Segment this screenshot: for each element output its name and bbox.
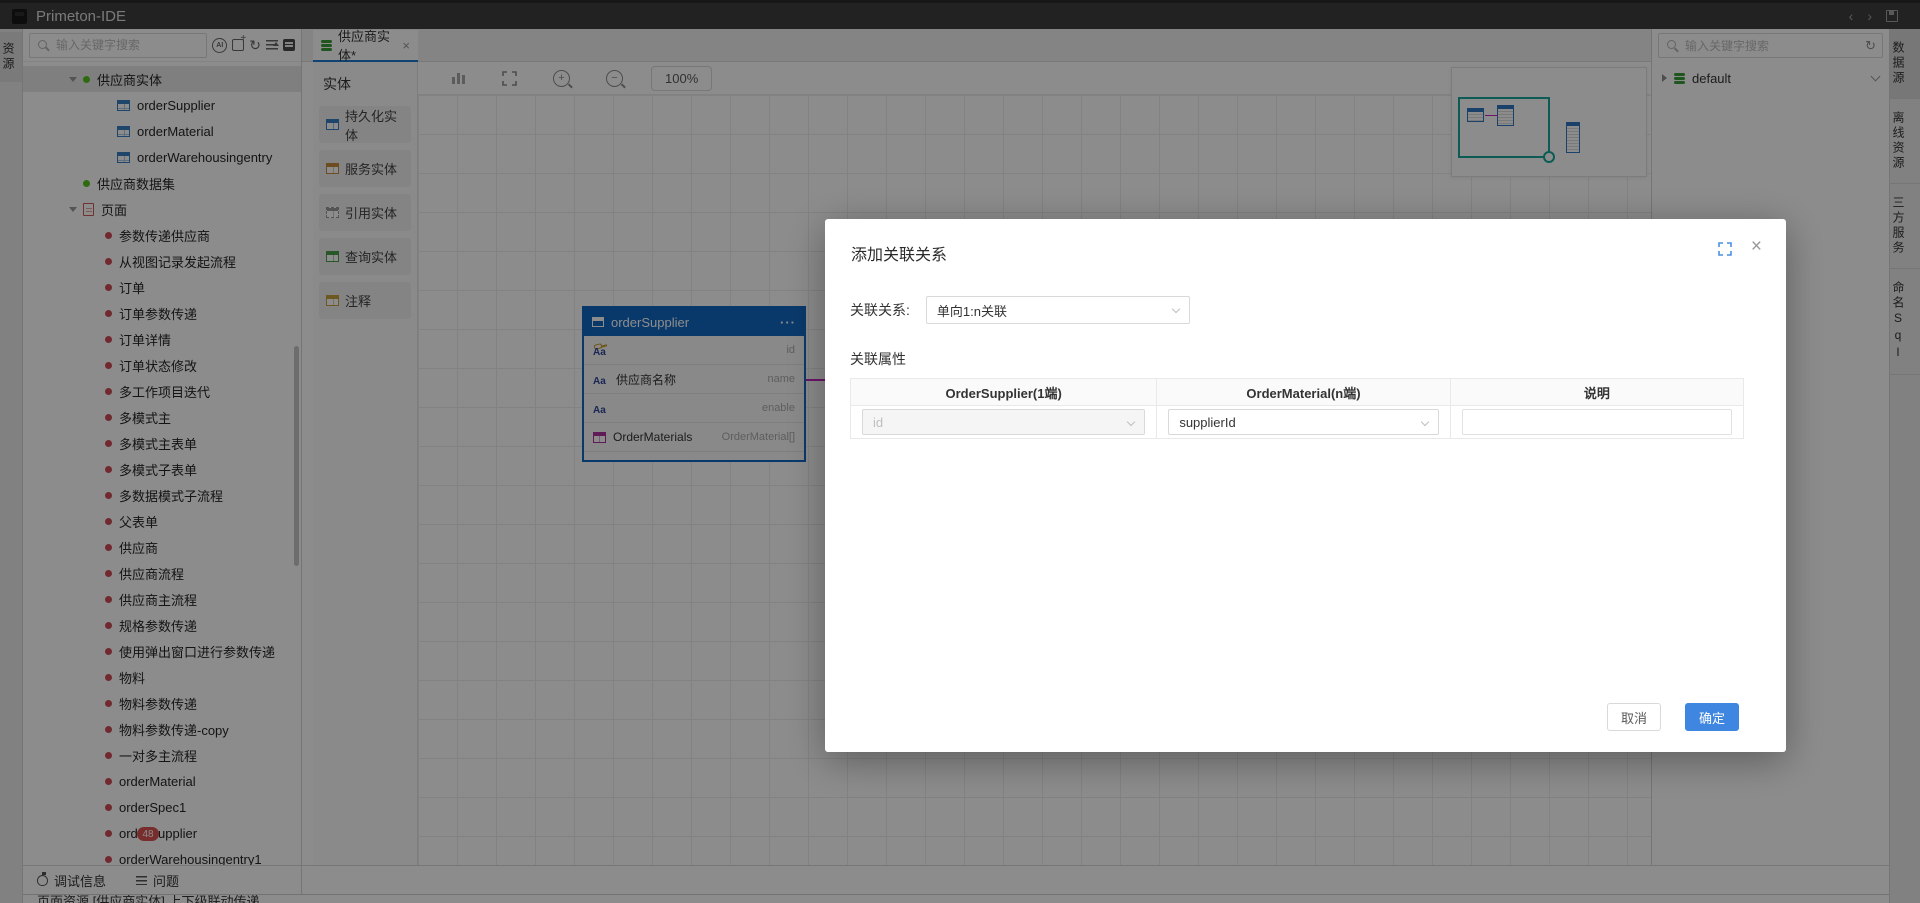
add-relation-dialog: 添加关联关系 × 关联关系: 单向1:n关联 关联属性 OrderSupplie… xyxy=(825,219,1786,752)
maximize-icon[interactable] xyxy=(1718,242,1732,256)
note-input[interactable] xyxy=(1461,409,1732,435)
table-row: id supplierId xyxy=(851,406,1743,438)
close-icon[interactable]: × xyxy=(1751,236,1762,258)
cancel-button[interactable]: 取消 xyxy=(1606,703,1661,731)
dialog-title: 添加关联关系 xyxy=(851,247,948,264)
chevron-down-icon xyxy=(1127,417,1136,427)
column-header-target: OrderMaterial(n端) xyxy=(1157,379,1451,405)
chevron-down-icon xyxy=(1171,304,1181,314)
relation-label: 关联关系: xyxy=(850,302,910,318)
target-field-select[interactable]: supplierId xyxy=(1168,409,1439,435)
section-title: 关联属性 xyxy=(850,351,906,367)
source-field-select[interactable]: id xyxy=(862,409,1146,435)
column-header-note: 说明 xyxy=(1583,385,1610,401)
column-header-source: OrderSupplier(1端) xyxy=(851,379,1158,405)
relation-type-select[interactable]: 单向1:n关联 xyxy=(925,296,1190,324)
ok-button[interactable]: 确定 xyxy=(1684,703,1739,731)
relation-type-value: 单向1:n关联 xyxy=(936,303,1007,319)
relation-attribute-table: OrderSupplier(1端) OrderMaterial(n端) 说明 i… xyxy=(850,378,1744,439)
chevron-down-icon xyxy=(1420,417,1429,427)
